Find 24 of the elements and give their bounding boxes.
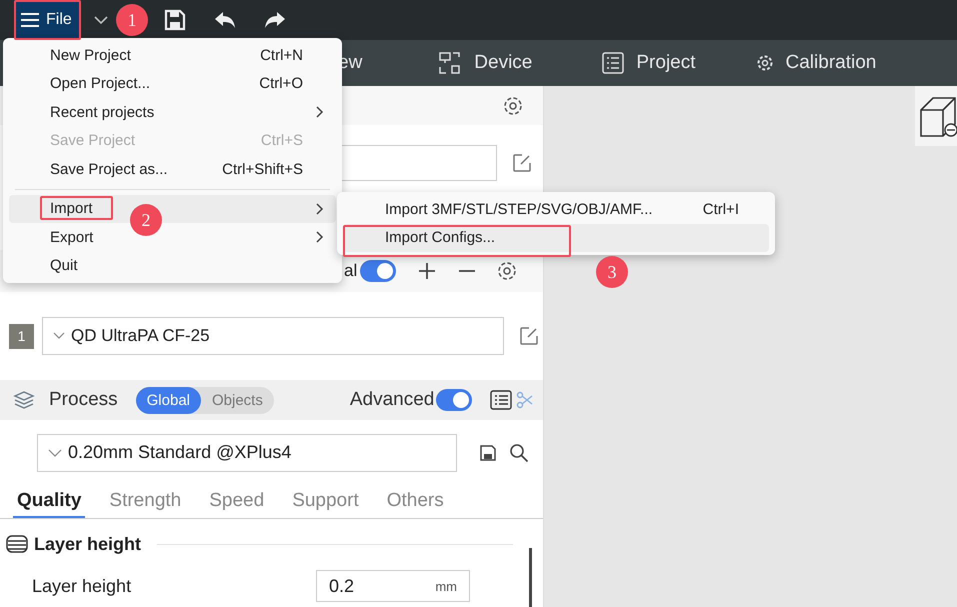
preset-combo-box[interactable]: 0.20mm Standard @XPlus4 (37, 434, 457, 472)
menu-item[interactable]: Quit (9, 252, 336, 280)
settings-tab[interactable]: Quality (13, 485, 86, 518)
filament-combo-box[interactable]: QD UltraPA CF-25 (42, 317, 504, 355)
settings-tab[interactable]: Speed (205, 485, 268, 518)
scope-tab[interactable]: Global (136, 386, 201, 414)
menu-item[interactable]: New Project Ctrl+N (9, 41, 336, 70)
settings-tab[interactable]: Support (288, 485, 363, 518)
menu-item[interactable]: Import 3MF/STL/STEP/SVG/OBJ/AMF... Ctrl+I (343, 195, 769, 224)
advanced-label: Advanced (350, 389, 434, 411)
menu-item[interactable]: Save Project as... Ctrl+Shift+S (9, 155, 336, 184)
process-title: Process (49, 389, 118, 411)
nav-tab[interactable]: Project (602, 52, 696, 74)
filament-index-badge: 1 (9, 324, 34, 348)
filament-mode-label: al (344, 261, 358, 281)
nav-tab[interactable]: Device (438, 51, 532, 75)
menu-item[interactable]: Open Project... Ctrl+O (9, 70, 336, 98)
settings-tab[interactable]: Others (382, 485, 448, 518)
menu-item[interactable]: Import Configs... (343, 224, 769, 252)
settings-tab[interactable]: Strength (105, 485, 186, 518)
nav-tab[interactable]: Calibration (756, 52, 876, 74)
field-label: Layer height (32, 576, 132, 596)
layer-height-input[interactable]: 0.2 mm (316, 570, 470, 602)
section-title: Layer height (34, 534, 142, 554)
